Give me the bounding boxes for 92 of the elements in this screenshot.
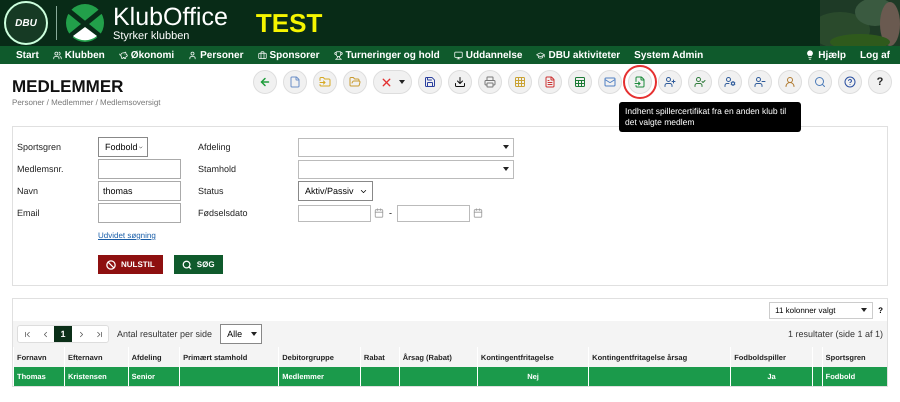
- select-field[interactable]: Aktiv/Passiv: [298, 181, 373, 201]
- spreadsheet-icon: [574, 76, 586, 88]
- field-label: Stamhold: [198, 164, 238, 174]
- graduation-cap-icon: [536, 50, 546, 60]
- nav-link[interactable]: Log af: [860, 50, 890, 60]
- caret-icon: [503, 145, 509, 149]
- nav-link[interactable]: System Admin: [634, 50, 704, 60]
- advanced-search-link[interactable]: Udvidet søgning: [98, 231, 156, 240]
- seal-logo: DBU: [4, 1, 48, 45]
- range-separator: -: [389, 208, 392, 218]
- field-label: Status: [198, 186, 225, 196]
- back-arrow-icon: [259, 76, 271, 88]
- trophy-icon: [334, 50, 343, 60]
- search-icon: [182, 260, 192, 270]
- page-button[interactable]: 1: [54, 326, 72, 342]
- caret-icon: [399, 80, 405, 84]
- help-button[interactable]: ?: [868, 70, 892, 94]
- lightbulb-icon: [805, 50, 816, 60]
- tooltip: Indhent spillercertifikat fra en anden klub til det valgte medlem: [619, 102, 801, 132]
- close-icon: [380, 76, 393, 88]
- person-icon: [188, 50, 198, 60]
- field-label: Medlemsnr.: [17, 164, 65, 174]
- tagline: Styrker klubben: [113, 30, 190, 42]
- people-icon: [52, 50, 62, 60]
- delete-menu-button[interactable]: [373, 70, 412, 94]
- nav-link[interactable]: Start: [16, 50, 39, 60]
- document-icon: [634, 76, 646, 88]
- calendar-icon[interactable]: [374, 208, 384, 218]
- field-label: Navn: [17, 186, 40, 196]
- user-icon: [724, 76, 736, 88]
- per-page-select[interactable]: Alle: [220, 324, 262, 344]
- prohibited-icon: [106, 260, 116, 270]
- dropdown-field[interactable]: [298, 160, 514, 178]
- field-label: Fødselsdato: [198, 208, 249, 218]
- brand-name: KlubOffice: [113, 4, 228, 30]
- document-icon: [289, 76, 301, 88]
- input-field[interactable]: [98, 203, 181, 223]
- user-icon: [664, 76, 676, 88]
- per-page-label: Antal resultater per side: [117, 329, 212, 339]
- nav-link[interactable]: Økonomi: [118, 50, 174, 60]
- nav-link[interactable]: DBU aktiviteter: [536, 50, 620, 60]
- toolbar-button[interactable]: [418, 70, 442, 94]
- nav-link[interactable]: Uddannelse: [454, 50, 522, 60]
- briefcase-icon: [258, 50, 266, 60]
- help-link[interactable]: ?: [878, 306, 883, 314]
- toolbar-button[interactable]: [448, 70, 472, 94]
- toolbar-button[interactable]: [658, 70, 682, 94]
- select-field[interactable]: Fodbold: [98, 137, 148, 157]
- breadcrumb: Personer / Medlemmer / Medlemsoversigt: [12, 98, 160, 107]
- caret-icon: [251, 332, 258, 336]
- download-icon: [454, 76, 466, 88]
- date-field[interactable]: [298, 204, 371, 222]
- user-icon: [784, 76, 796, 88]
- nav-link[interactable]: Sponsorer: [258, 50, 320, 60]
- user-icon: [754, 76, 766, 88]
- input-field[interactable]: [98, 159, 181, 179]
- toolbar-button[interactable]: [838, 70, 862, 94]
- field-label: Email: [17, 208, 41, 218]
- last-page-icon: [94, 330, 104, 338]
- folder-icon: [319, 76, 331, 88]
- document-icon: [544, 76, 556, 88]
- environment-label: TEST: [256, 8, 322, 38]
- search-button[interactable]: SØG: [174, 255, 223, 274]
- field-label: Sportsgren: [17, 142, 62, 152]
- caret-icon: [503, 167, 509, 171]
- search-icon: [814, 76, 826, 88]
- grid-icon: [514, 76, 526, 88]
- help-icon: [844, 76, 856, 88]
- caret-icon: [861, 308, 868, 312]
- nav-link[interactable]: Hjælp: [805, 50, 846, 60]
- first-page-icon: [22, 330, 32, 338]
- nav-link[interactable]: Turneringer og hold: [334, 50, 440, 60]
- monitor-icon: [454, 50, 463, 60]
- results-summary: 1 resultater (side 1 af 1): [788, 329, 883, 339]
- columns-select[interactable]: 11 kolonner valgt: [769, 302, 874, 318]
- folder-icon: [349, 76, 361, 88]
- date-field[interactable]: [397, 204, 470, 222]
- mail-icon: [604, 76, 616, 88]
- nav-link[interactable]: Klubben: [52, 50, 105, 60]
- calendar-icon[interactable]: [473, 208, 483, 218]
- nav-link[interactable]: Personer: [188, 50, 244, 60]
- toolbar-button[interactable]: [718, 70, 742, 94]
- dropdown-field[interactable]: [298, 138, 514, 156]
- toolbar-button[interactable]: [748, 70, 772, 94]
- reset-button[interactable]: NULSTIL: [98, 255, 163, 274]
- input-field[interactable]: thomas: [98, 181, 181, 201]
- page-title: MEDLEMMER: [12, 76, 124, 98]
- user-icon: [694, 76, 706, 88]
- field-label: Afdeling: [198, 142, 232, 152]
- club-logo: [65, 3, 105, 43]
- save-icon: [424, 76, 436, 88]
- printer-icon: [484, 76, 496, 88]
